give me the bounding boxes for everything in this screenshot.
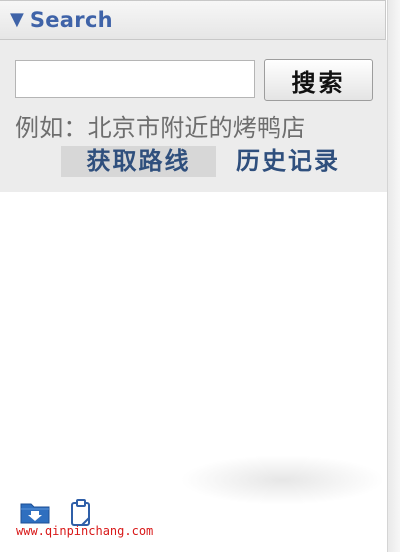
results-area [0,192,386,492]
collapse-triangle-icon[interactable]: ▼ [10,11,24,29]
search-panel: ▼ Search 搜索 例如：北京市附近的烤鸭店 获取路线 历史记录 www.q… [0,0,388,552]
search-input[interactable] [15,60,255,98]
get-route-button[interactable]: 获取路线 [61,146,216,177]
panel-title: Search [29,8,113,32]
blur-smudge [180,455,385,505]
search-panel-header[interactable]: ▼ Search [0,0,386,40]
search-area: 搜索 例如：北京市附近的烤鸭店 获取路线 历史记录 [0,40,387,192]
search-button[interactable]: 搜索 [264,59,373,101]
history-link[interactable]: 历史记录 [236,146,340,177]
scrollbar-track[interactable] [388,0,400,552]
watermark-text: www.qinpinchang.com [16,524,154,538]
search-example-hint: 例如：北京市附近的烤鸭店 [15,114,306,142]
